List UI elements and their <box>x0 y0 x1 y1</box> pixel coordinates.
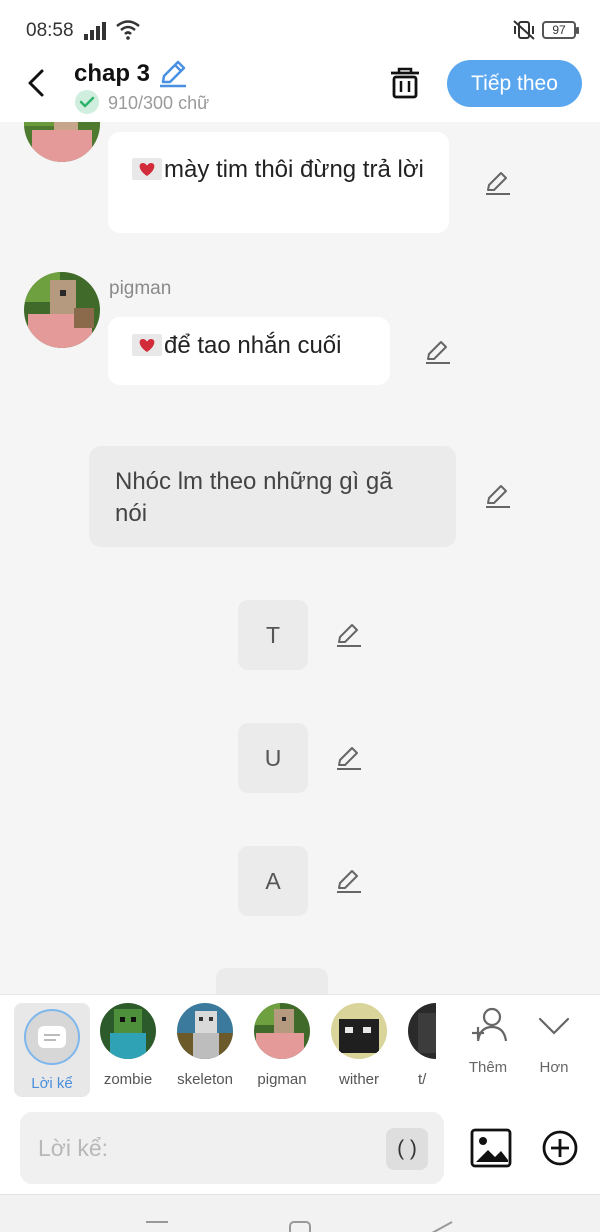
next-button[interactable]: Tiếp theo <box>447 60 582 107</box>
add-user-icon <box>472 1007 508 1042</box>
chat-area: mày tim thôi đừng trả lời pigman để tao … <box>0 122 600 994</box>
menu-icon[interactable] <box>146 1219 168 1232</box>
more-characters-label: Hơn <box>539 1059 569 1076</box>
character-wither[interactable]: wither <box>323 1003 395 1088</box>
chevron-down-icon <box>538 1017 570 1035</box>
avatar <box>331 1003 387 1059</box>
narration-bubble[interactable]: U <box>238 723 308 793</box>
message-text: Nhóc lm theo những gì gã nói <box>115 468 393 527</box>
avatar <box>254 1003 310 1059</box>
word-count: 910/300 chữ <box>108 93 210 113</box>
message-input[interactable] <box>20 1112 444 1184</box>
system-nav-bar <box>0 1194 600 1232</box>
signal-icon <box>84 22 106 40</box>
message-text: để tao nhắn cuối <box>164 332 342 359</box>
character-name: zombie <box>103 1071 153 1088</box>
edit-message-icon[interactable] <box>485 483 511 509</box>
edit-message-icon[interactable] <box>336 745 362 771</box>
narration-bubble[interactable]: T <box>238 600 308 670</box>
editor-header: chap 3 910/300 chữ Tiếp theo <box>0 60 600 122</box>
character-name: Lời kể <box>31 1075 73 1092</box>
character-skeleton[interactable]: skeleton <box>169 1003 241 1088</box>
character-selector: Lời kể zombie skeleton pigman wither t/ … <box>0 994 600 1102</box>
avatar <box>408 1003 436 1059</box>
message-bubble[interactable]: để tao nhắn cuối <box>108 317 390 385</box>
message-bubble[interactable]: mày tim thôi đừng trả lời <box>108 132 449 233</box>
status-time: 08:58 <box>26 20 74 41</box>
image-icon[interactable] <box>470 1128 512 1168</box>
character-partial[interactable]: t/ <box>400 1003 436 1088</box>
sender-name: pigman <box>109 278 172 299</box>
add-character-button[interactable]: Thêm <box>456 1003 520 1076</box>
character-name: t/ <box>418 1071 427 1088</box>
narration-bubble[interactable] <box>216 968 328 994</box>
battery-indicator: 97 <box>542 21 579 39</box>
status-bar: 08:58 97 <box>0 0 600 60</box>
add-icon[interactable] <box>541 1129 579 1167</box>
narrator-icon <box>24 1009 80 1065</box>
character-name: wither <box>338 1071 379 1088</box>
avatar <box>100 1003 156 1059</box>
character-name: pigman <box>257 1071 307 1088</box>
avatar <box>177 1003 233 1059</box>
more-characters-button[interactable]: Hơn <box>522 1003 586 1076</box>
character-zombie[interactable]: zombie <box>92 1003 164 1088</box>
edit-message-icon[interactable] <box>336 622 362 648</box>
vibrate-off-icon <box>513 20 535 40</box>
edit-title-icon[interactable] <box>158 60 188 88</box>
back-arrow-icon[interactable] <box>22 68 52 98</box>
chapter-title[interactable]: chap 3 <box>74 60 150 88</box>
narration-bubble[interactable]: A <box>238 846 308 916</box>
avatar[interactable] <box>24 122 100 162</box>
character-name: skeleton <box>177 1071 233 1088</box>
add-character-label: Thêm <box>468 1059 508 1076</box>
edit-message-icon[interactable] <box>485 170 511 196</box>
back-nav-icon[interactable] <box>430 1221 454 1232</box>
avatar[interactable] <box>24 272 100 348</box>
parenthesis-button[interactable]: ( ) <box>386 1128 428 1170</box>
edit-message-icon[interactable] <box>336 868 362 894</box>
home-icon[interactable] <box>289 1221 311 1232</box>
check-icon <box>75 90 99 114</box>
character-narrator[interactable]: Lời kể <box>14 1003 90 1097</box>
input-bar: ( ) <box>0 1102 600 1194</box>
message-text: mày tim thôi đừng trả lời <box>164 156 424 183</box>
character-pigman[interactable]: pigman <box>246 1003 318 1088</box>
wifi-icon <box>116 20 140 40</box>
edit-message-icon[interactable] <box>425 339 451 365</box>
love-letter-icon <box>132 334 162 356</box>
love-letter-icon <box>132 158 162 180</box>
narration-bubble[interactable]: Nhóc lm theo những gì gã nói <box>89 446 456 547</box>
trash-icon[interactable] <box>388 66 422 100</box>
